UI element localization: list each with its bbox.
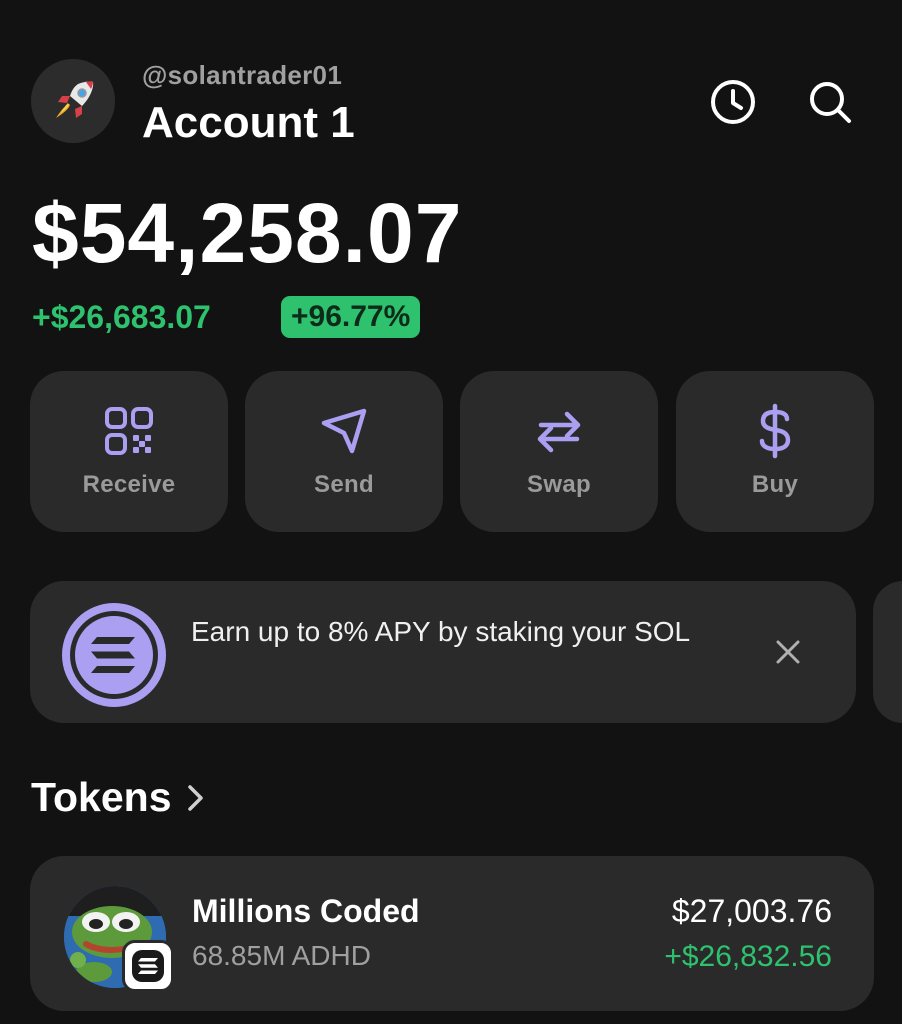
search-icon	[810, 82, 851, 123]
token-amount: 68.85M ADHD	[192, 940, 371, 971]
account-handle: @solantrader01	[142, 60, 343, 90]
send-icon	[321, 408, 367, 454]
search-button[interactable]	[806, 78, 854, 126]
promo-text: Earn up to 8% APY by staking your SOL	[191, 616, 691, 647]
buy-button[interactable]: Buy	[676, 371, 874, 532]
receive-label: Receive	[82, 471, 176, 498]
total-balance: $54,258.07	[32, 186, 463, 280]
buy-label: Buy	[751, 471, 799, 498]
qr-code-icon	[105, 407, 153, 455]
next-promo-card[interactable]	[873, 581, 902, 723]
avatar[interactable]	[31, 59, 115, 143]
close-icon	[776, 640, 800, 664]
dollar-icon	[759, 403, 791, 459]
history-button[interactable]	[709, 78, 757, 126]
clock-icon	[711, 80, 755, 124]
chevron-right-icon	[186, 783, 206, 813]
solana-icon	[138, 958, 158, 974]
swap-label: Swap	[527, 471, 591, 498]
token-name: Millions Coded	[192, 893, 420, 929]
token-value: $27,003.76	[671, 893, 832, 929]
swap-button[interactable]: Swap	[460, 371, 658, 532]
promo-close-button[interactable]	[768, 632, 808, 672]
swap-icon	[537, 411, 581, 453]
send-button[interactable]: Send	[245, 371, 443, 532]
tokens-title: Tokens	[31, 774, 172, 820]
receive-button[interactable]: Receive	[30, 371, 228, 532]
tokens-section-header[interactable]: Tokens	[31, 774, 206, 821]
account-name[interactable]: Account 1	[142, 98, 355, 148]
rocket-icon	[56, 81, 94, 118]
send-label: Send	[314, 471, 374, 498]
balance-change-percent-badge: +96.77%	[281, 296, 421, 338]
token-change: +$26,832.56	[664, 940, 832, 973]
solana-icon	[62, 603, 166, 707]
solana-chain-badge	[122, 940, 174, 992]
balance-change-amount: +$26,683.07	[32, 299, 211, 335]
